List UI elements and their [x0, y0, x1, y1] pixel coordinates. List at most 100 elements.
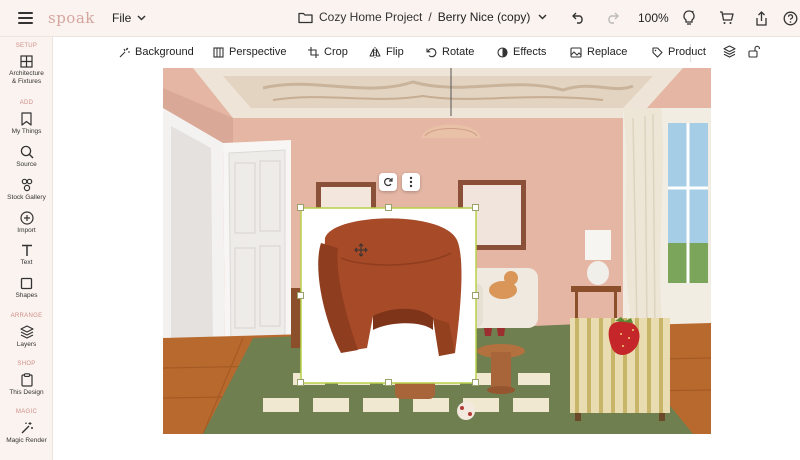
- replace-label: Replace: [587, 46, 628, 58]
- section-shop: SHOP: [17, 361, 36, 367]
- layer-order-button[interactable]: [723, 45, 736, 58]
- sidebar-item-label: Shapes: [15, 292, 38, 299]
- sidebar-item-layers[interactable]: Layers: [0, 325, 53, 349]
- resize-handle-top-left[interactable]: [297, 204, 304, 211]
- sidebar-item-label: My Things: [11, 128, 42, 135]
- sidebar-item-label: Magic Render: [6, 437, 47, 444]
- resize-handle-bottom-left[interactable]: [297, 379, 304, 386]
- ideas-button[interactable]: [681, 8, 697, 28]
- crop-label: Crop: [324, 46, 348, 58]
- effects-button[interactable]: Effects: [497, 46, 546, 58]
- sidebar-item-label: Source: [16, 161, 37, 168]
- grid-icon: [20, 55, 33, 68]
- perspective-label: Perspective: [229, 46, 287, 58]
- breadcrumb-separator: /: [428, 10, 432, 24]
- design-name[interactable]: Berry Nice (copy): [438, 10, 531, 24]
- sidebar-item-import[interactable]: Import: [0, 211, 53, 235]
- section-setup: SETUP: [15, 43, 38, 49]
- bookmark-icon: [21, 112, 32, 126]
- sidebar-item-text[interactable]: Text: [0, 244, 53, 267]
- magic-wand-icon: [21, 422, 33, 434]
- lightbulb-icon: [683, 10, 695, 25]
- project-name-link[interactable]: Cozy Home Project: [319, 10, 422, 24]
- help-icon: [783, 11, 797, 25]
- app-logo[interactable]: spoak: [48, 9, 95, 27]
- sidebar-item-label: Import: [17, 227, 36, 234]
- section-magic: MAGIC: [15, 409, 38, 415]
- effects-icon: [497, 46, 508, 58]
- resize-handle-bottom-right[interactable]: [472, 379, 479, 386]
- search-icon: [20, 145, 33, 159]
- sidebar-item-label: Stock Gallery: [7, 194, 46, 201]
- crop-button[interactable]: Crop: [308, 46, 348, 58]
- sidebar-item-magic-render[interactable]: Magic Render: [0, 421, 53, 445]
- resize-handle-left[interactable]: [297, 292, 304, 299]
- product-label: Product: [668, 46, 706, 58]
- rotate-icon: [384, 177, 393, 187]
- file-menu-label: File: [112, 11, 132, 25]
- resize-handle-bottom[interactable]: [385, 379, 392, 386]
- rotate-label: Rotate: [442, 46, 475, 58]
- sidebar-item-label: Architecture: [9, 70, 44, 77]
- section-arrange: ARRANGE: [10, 313, 43, 319]
- gallery-icon: [21, 178, 32, 192]
- crop-icon: [308, 46, 319, 58]
- left-sidebar: SETUP Architecture & Fixtures ADD My Thi…: [0, 37, 53, 460]
- clipboard-icon: [20, 373, 33, 387]
- share-icon: [755, 10, 767, 26]
- sidebar-item-label: Layers: [16, 341, 37, 348]
- background-button[interactable]: Background: [119, 46, 194, 58]
- flip-button[interactable]: Flip: [369, 46, 404, 58]
- zoom-level[interactable]: 100%: [638, 11, 669, 25]
- redo-icon: [607, 12, 619, 24]
- layers-icon: [19, 325, 34, 339]
- sidebar-item-shapes[interactable]: Shapes: [0, 277, 53, 300]
- undo-button[interactable]: [570, 8, 586, 28]
- help-button[interactable]: [782, 8, 798, 28]
- sidebar-item-stock-gallery[interactable]: Stock Gallery: [0, 178, 53, 202]
- sidebar-item-this-design[interactable]: This Design: [0, 373, 53, 397]
- cart-button[interactable]: [717, 8, 735, 28]
- cart-icon: [719, 11, 734, 24]
- background-label: Background: [135, 46, 194, 58]
- resize-handle-right[interactable]: [472, 292, 479, 299]
- chevron-down-icon[interactable]: [538, 14, 547, 20]
- menu-icon[interactable]: [18, 12, 33, 24]
- folder-icon[interactable]: [298, 11, 313, 24]
- product-button[interactable]: Product: [652, 46, 706, 58]
- share-button[interactable]: [753, 8, 769, 28]
- rotate-handle-button[interactable]: [379, 173, 397, 191]
- flip-icon: [369, 46, 381, 58]
- top-bar: spoak File Cozy Home Project / Berry Nic…: [0, 0, 800, 37]
- sidebar-item-source[interactable]: Source: [0, 145, 53, 169]
- room-design-canvas[interactable]: [163, 68, 711, 434]
- image-toolbar: Background Perspective Crop Flip Rotate …: [53, 37, 800, 68]
- replace-icon: [570, 46, 582, 58]
- text-icon: [21, 244, 32, 256]
- sidebar-item-architecture[interactable]: Architecture & Fixtures: [0, 55, 53, 86]
- file-menu-button[interactable]: File: [112, 11, 146, 25]
- layers-icon: [723, 45, 736, 58]
- resize-handle-top[interactable]: [385, 204, 392, 211]
- rotate-button[interactable]: Rotate: [426, 46, 474, 58]
- effects-label: Effects: [513, 46, 547, 58]
- replace-button[interactable]: Replace: [570, 46, 627, 58]
- redo-button[interactable]: [604, 8, 620, 28]
- rotate-icon: [426, 47, 437, 57]
- room-scene: [163, 68, 711, 434]
- tag-icon: [652, 46, 663, 58]
- more-vertical-icon: [409, 176, 413, 188]
- perspective-icon: [213, 46, 224, 58]
- lock-open-icon: [748, 45, 760, 58]
- flip-label: Flip: [386, 46, 404, 58]
- more-options-button[interactable]: [402, 173, 420, 191]
- perspective-button[interactable]: Perspective: [213, 46, 286, 58]
- sidebar-item-label: Text: [20, 259, 33, 266]
- resize-handle-top-right[interactable]: [472, 204, 479, 211]
- chevron-down-icon: [137, 15, 146, 21]
- background-icon: [119, 47, 130, 57]
- sidebar-item-my-things[interactable]: My Things: [0, 112, 53, 136]
- lock-button[interactable]: [748, 45, 760, 58]
- undo-icon: [571, 12, 583, 24]
- breadcrumb: Cozy Home Project / Berry Nice (copy): [298, 10, 547, 24]
